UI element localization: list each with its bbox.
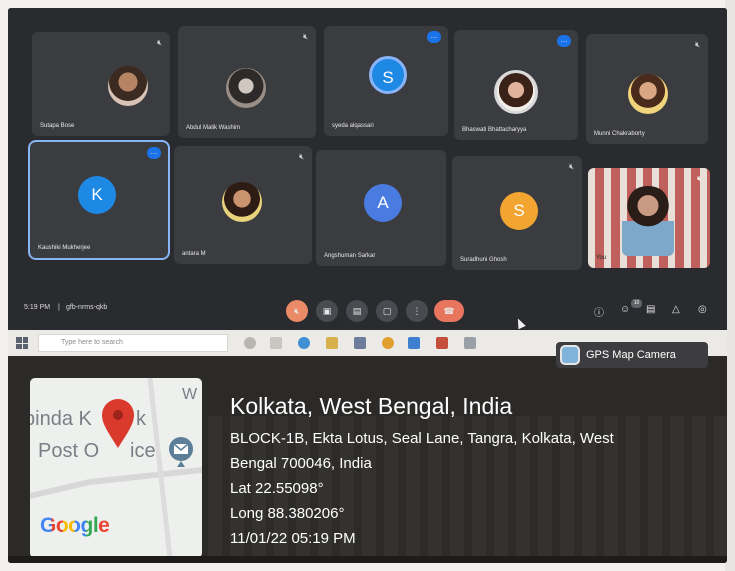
location-pin-icon: [102, 399, 134, 448]
google-logo: Google: [40, 514, 110, 538]
participant-name: Kaushiki Mukherjee: [38, 245, 91, 251]
file-explorer-icon[interactable]: [326, 337, 338, 349]
info-icon[interactable]: ⓘ: [594, 304, 604, 319]
participant-name: Sutapa Bose: [40, 123, 75, 129]
google-wordmark: Google: [40, 514, 110, 537]
speaking-icon: …: [427, 31, 441, 43]
participant-name: antara M: [182, 251, 206, 257]
meet-bottom-bar: 5:19 PM | gfb-nrms-qkb 🔇︎ ▣ ▤ ▢ ⋮ ☎︎ ⓘ ☺…: [8, 292, 727, 330]
participant-name: Suradhuni Ghosh: [460, 257, 507, 263]
photographed-screen: 🔇︎ Sutapa Bose 🔇︎ Abdul Malik Washim S ……: [8, 8, 727, 563]
mic-off-icon: 🔇︎: [302, 32, 308, 41]
participant-name: Bhaswati Bhattacharyya: [462, 127, 527, 133]
keyboard-edge: [8, 556, 727, 563]
participant-name: Abdul Malik Washim: [186, 125, 241, 131]
meeting-code: gfb-nrms-qkb: [66, 304, 108, 311]
participant-name: Munni Chakraborty: [594, 131, 645, 137]
edge-icon[interactable]: [298, 337, 310, 349]
self-view-tile[interactable]: 🔇︎ You: [588, 168, 710, 268]
gps-map-camera-badge: GPS Map Camera: [556, 342, 708, 368]
people-icon[interactable]: ☺︎: [620, 304, 630, 315]
timestamp: 11/01/22 05:19 PM: [230, 530, 356, 547]
map-label: k: [136, 408, 146, 430]
avatar: S: [500, 192, 538, 230]
app-label: GPS Map Camera: [586, 349, 676, 361]
windows-start-icon[interactable]: [16, 337, 28, 349]
longitude: Long 88.380206°: [230, 505, 345, 522]
leave-call-button[interactable]: ☎︎: [434, 300, 464, 322]
meeting-time: 5:19 PM: [24, 304, 51, 311]
avatar: [494, 70, 538, 114]
participant-tile[interactable]: 🔇︎ Munni Chakraborty: [586, 34, 708, 144]
participant-name: Angshuman Sarkar: [324, 253, 376, 259]
avatar: A: [364, 184, 402, 222]
gps-stamp-overlay: binda K k Post O ice W Google Kolkata, W…: [8, 356, 727, 563]
map-label: binda K: [30, 408, 92, 430]
chrome-icon[interactable]: [382, 337, 394, 349]
app-icon[interactable]: [436, 337, 448, 349]
separator: |: [58, 304, 60, 311]
mic-off-icon: 🔇︎: [696, 174, 702, 183]
avatar: [226, 68, 266, 108]
meet-window: 🔇︎ Sutapa Bose 🔇︎ Abdul Malik Washim S ……: [8, 8, 727, 330]
avatar: [108, 66, 148, 106]
participant-tile[interactable]: S 🔇︎ Suradhuni Ghosh: [452, 156, 582, 270]
map-thumbnail: binda K k Post O ice W Google: [30, 378, 202, 558]
app-icon[interactable]: [408, 337, 420, 349]
participant-name: You: [596, 255, 607, 261]
address-line: Bengal 700046, India: [230, 455, 372, 472]
task-view-icon[interactable]: [270, 337, 282, 349]
taskbar-search-input[interactable]: Type here to search: [38, 334, 228, 352]
store-icon[interactable]: [354, 337, 366, 349]
address-block: Kolkata, West Bengal, India BLOCK-1B, Ek…: [230, 392, 614, 551]
address-line: BLOCK-1B, Ekta Lotus, Seal Lane, Tangra,…: [230, 430, 614, 447]
mic-off-icon: 🔇︎: [156, 38, 162, 47]
mic-off-icon: 🔇︎: [294, 306, 300, 316]
participant-tile[interactable]: K … Kaushiki Mukherjee: [28, 140, 170, 260]
participant-tile[interactable]: 🔇︎ Sutapa Bose: [32, 32, 170, 136]
participant-tile[interactable]: … Bhaswati Bhattacharyya: [454, 30, 578, 140]
camera-icon: ▣: [322, 306, 332, 316]
participant-tile[interactable]: 🔇︎ Abdul Malik Washim: [178, 26, 316, 138]
self-video: [622, 186, 674, 256]
hang-up-icon: ☎︎: [443, 306, 455, 316]
app-icon[interactable]: [464, 337, 476, 349]
mail-marker-icon: [169, 437, 193, 467]
host-controls-icon[interactable]: ◎: [698, 304, 707, 315]
present-button[interactable]: ▢: [376, 300, 398, 322]
mic-off-icon: 🔇︎: [298, 152, 304, 161]
participant-count-badge: 10: [631, 299, 642, 308]
captions-button[interactable]: ▤: [346, 300, 368, 322]
participant-tile[interactable]: 🔇︎ antara M: [174, 146, 312, 264]
cortana-icon[interactable]: [244, 337, 256, 349]
mic-off-icon: 🔇︎: [568, 162, 574, 171]
location-title: Kolkata, West Bengal, India: [230, 393, 513, 419]
activities-icon[interactable]: △: [672, 304, 680, 315]
present-icon: ▢: [382, 306, 392, 316]
camera-app-icon: [560, 345, 580, 365]
more-icon: ⋮: [412, 306, 422, 316]
captions-icon: ▤: [352, 306, 362, 316]
speaking-icon: …: [147, 147, 161, 159]
participant-tile[interactable]: S … syeda alqassari: [324, 26, 448, 136]
camera-toggle-button[interactable]: ▣: [316, 300, 338, 322]
map-label: Post O: [38, 440, 100, 462]
speaking-icon: …: [557, 35, 571, 47]
participant-name: syeda alqassari: [332, 123, 374, 129]
avatar: S: [369, 56, 407, 94]
map-label: W: [182, 386, 198, 403]
avatar: [628, 74, 668, 114]
more-options-button[interactable]: ⋮: [406, 300, 428, 322]
avatar: K: [78, 176, 116, 214]
latitude: Lat 22.55098°: [230, 480, 324, 497]
mic-toggle-button[interactable]: 🔇︎: [286, 300, 308, 322]
avatar: [222, 182, 262, 222]
chat-icon[interactable]: ▤: [646, 304, 655, 315]
mic-off-icon: 🔇︎: [694, 40, 700, 49]
search-placeholder: Type here to search: [61, 339, 123, 346]
participant-tile[interactable]: A Angshuman Sarkar: [316, 150, 446, 266]
